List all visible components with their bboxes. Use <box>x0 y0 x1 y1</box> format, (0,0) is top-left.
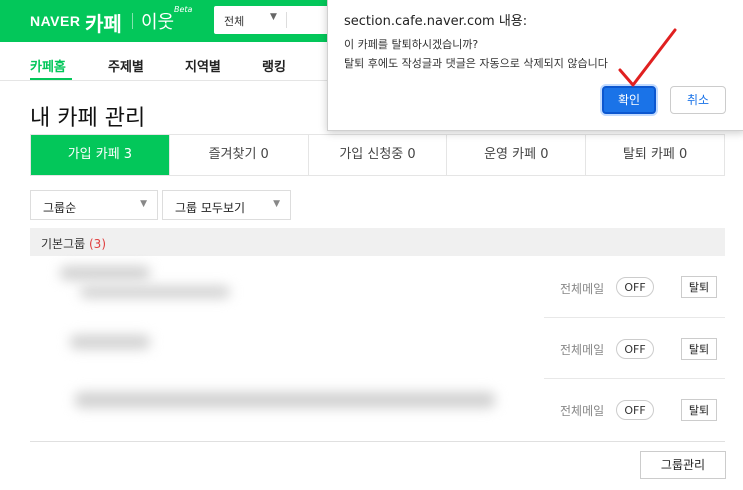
mail-toggle[interactable]: OFF <box>616 339 654 359</box>
beta-badge: Beta <box>174 5 193 14</box>
dialog-message-line1: 이 카페를 탈퇴하시겠습니까? <box>344 38 479 51</box>
checkmark-annotation-icon <box>618 28 677 87</box>
neighbor-link[interactable]: 이웃 <box>141 8 174 34</box>
nav-by-topic[interactable]: 주제별 <box>108 56 144 75</box>
cafe-row: 전체메일 OFF 탈퇴 <box>30 258 725 318</box>
leave-button[interactable]: 탈퇴 <box>681 338 717 360</box>
cafe-logo[interactable]: 카페 <box>85 8 122 37</box>
mail-label: 전체메일 <box>560 343 605 357</box>
blurred-cafe-name <box>60 266 150 280</box>
chevron-down-icon: ▼ <box>270 12 277 22</box>
cafe-tabs: 가입 카페 3 즐겨찾기 0 가입 신청중 0 운영 카페 0 탈퇴 카페 0 <box>30 134 725 176</box>
row-divider <box>544 317 725 318</box>
search-box[interactable]: 전체 ▼ <box>214 6 334 34</box>
search-divider <box>286 12 287 28</box>
tab-managed[interactable]: 운영 카페 0 <box>446 135 585 175</box>
group-name: 기본그룹 <box>41 237 86 251</box>
leave-button[interactable]: 탈퇴 <box>681 399 717 421</box>
leave-button[interactable]: 탈퇴 <box>681 276 717 298</box>
tab-joined[interactable]: 가입 카페 3 <box>31 135 169 175</box>
blurred-cafe-name <box>70 335 150 349</box>
mail-toggle[interactable]: OFF <box>616 277 654 297</box>
tab-favorites[interactable]: 즐겨찾기 0 <box>168 135 308 175</box>
sort-dropdown-label: 그룹순 <box>43 201 77 215</box>
page-title: 내 카페 관리 <box>30 106 146 131</box>
tab-left[interactable]: 탈퇴 카페 0 <box>585 135 724 175</box>
group-header: 기본그룹 (3) <box>30 228 725 256</box>
mail-toggle[interactable]: OFF <box>616 400 654 420</box>
naver-logo[interactable]: NAVER <box>30 13 80 29</box>
tab-pending[interactable]: 가입 신청중 0 <box>307 135 447 175</box>
chevron-down-icon: ▼ <box>273 199 280 209</box>
confirm-dialog: section.cafe.naver.com 내용: 이 카페를 탈퇴하시겠습니… <box>327 0 743 131</box>
dialog-title: section.cafe.naver.com 내용: <box>344 14 528 29</box>
group-title: 기본그룹 (3) <box>41 235 106 252</box>
group-view-dropdown-label: 그룹 모두보기 <box>175 201 246 215</box>
row-divider <box>544 378 725 379</box>
nav-active-indicator <box>30 78 72 80</box>
sort-dropdown[interactable]: 그룹순 ▼ <box>30 190 158 220</box>
group-manage-button[interactable]: 그룹관리 <box>640 451 726 479</box>
nav-ranking[interactable]: 랭킹 <box>262 56 286 75</box>
header-divider <box>132 13 133 29</box>
mail-label: 전체메일 <box>560 404 605 418</box>
dialog-message-line2: 탈퇴 후에도 작성글과 댓글은 자동으로 삭제되지 않습니다 <box>344 57 608 70</box>
cafe-row: 전체메일 OFF 탈퇴 <box>30 319 725 379</box>
blurred-cafe-name <box>75 392 495 408</box>
confirm-cancel-button[interactable]: 취소 <box>670 86 726 114</box>
nav-cafe-home[interactable]: 카페홈 <box>30 56 66 75</box>
mail-label: 전체메일 <box>560 282 605 296</box>
chevron-down-icon: ▼ <box>140 199 147 209</box>
search-scope-select[interactable]: 전체 <box>224 13 244 29</box>
group-count: (3) <box>89 237 106 251</box>
group-view-dropdown[interactable]: 그룹 모두보기 ▼ <box>162 190 291 220</box>
list-bottom-divider <box>30 441 725 442</box>
confirm-ok-button[interactable]: 확인 <box>602 86 656 114</box>
blurred-cafe-info <box>80 286 230 298</box>
nav-by-region[interactable]: 지역별 <box>185 56 221 75</box>
cafe-row: 전체메일 OFF 탈퇴 <box>30 380 725 440</box>
